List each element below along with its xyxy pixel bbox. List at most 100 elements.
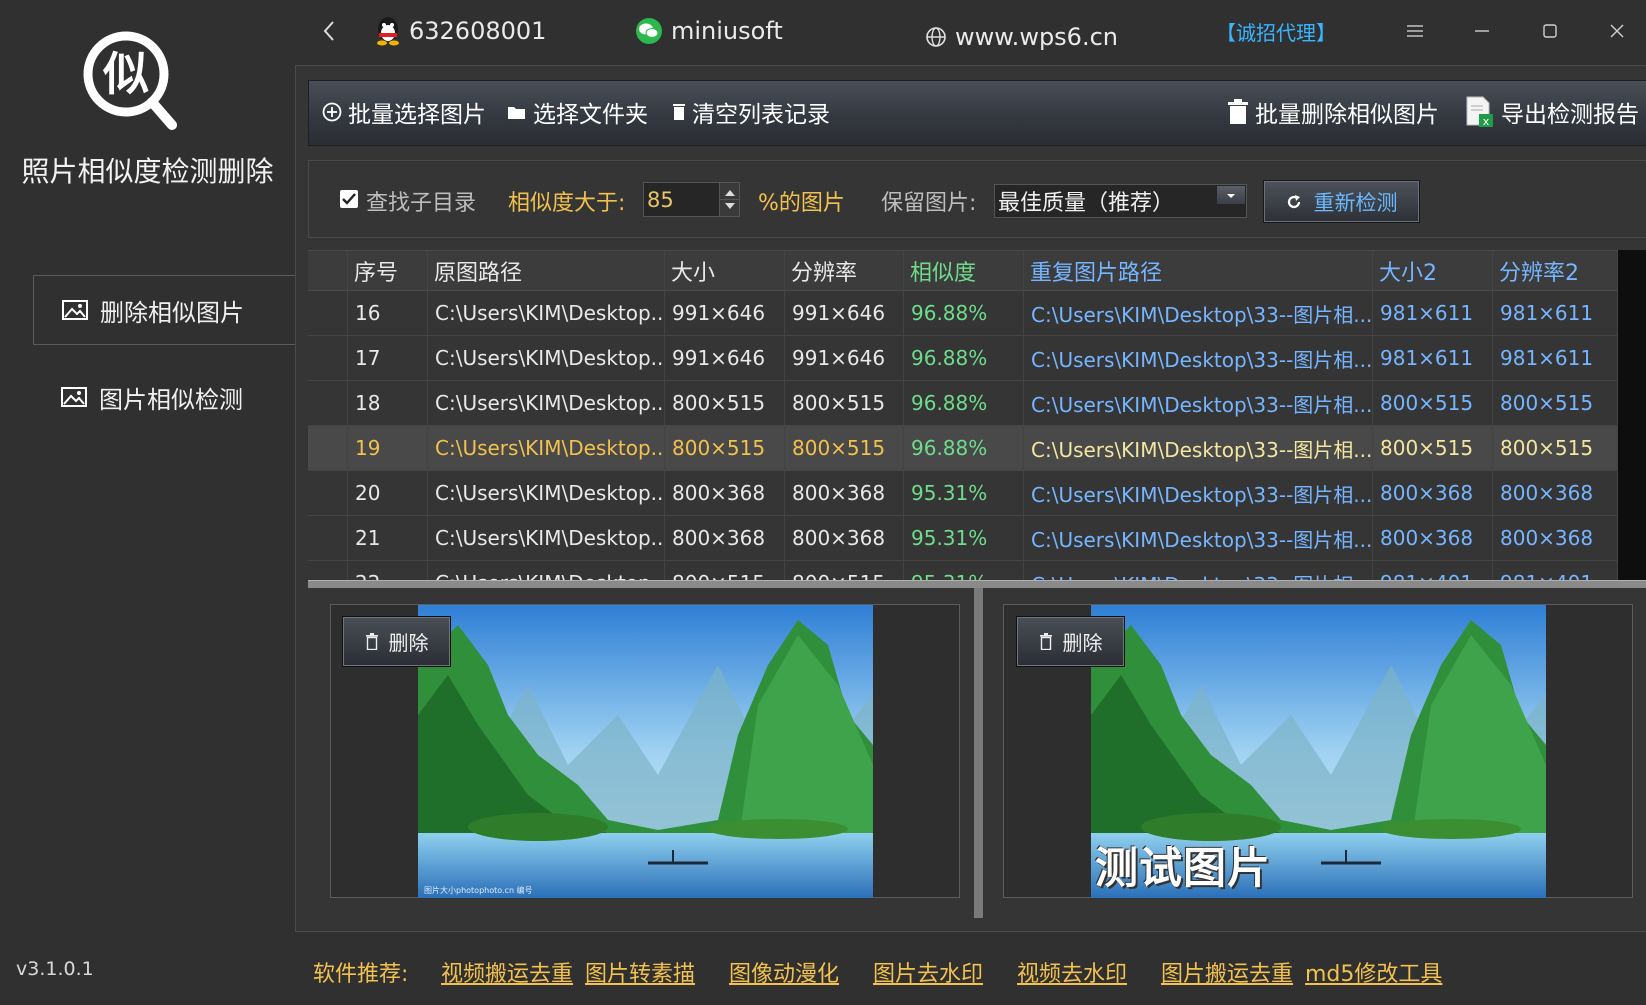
link-anime[interactable]: 图像动漫化 xyxy=(729,956,839,988)
table-cell: C:\Users\KIM\Desktop... xyxy=(428,336,665,380)
column-header[interactable]: 重复图片路径 xyxy=(1024,251,1373,290)
table-cell: 95.31% xyxy=(904,561,1024,580)
table-scrollbar[interactable] xyxy=(1618,250,1646,580)
table-cell: 96.88% xyxy=(904,426,1024,470)
table-cell: 96.88% xyxy=(904,381,1024,425)
column-header[interactable]: 大小2 xyxy=(1373,251,1493,290)
promo-link[interactable]: 【诚招代理】 xyxy=(1216,14,1336,48)
table-cell: 981×611 xyxy=(1373,336,1493,380)
table-row[interactable]: 22C:\Users\KIM\Desktop...800×515800×5159… xyxy=(308,561,1618,580)
duplicate-image: 测试图片 xyxy=(1091,605,1546,898)
sidebar-item-similar-detect[interactable]: 图片相似检测 xyxy=(33,362,296,432)
delete-label: 删除 xyxy=(1062,631,1103,655)
close-button[interactable] xyxy=(1597,14,1637,48)
spin-arrows[interactable] xyxy=(719,183,740,216)
table-cell: 981×611 xyxy=(1493,336,1618,380)
table-cell: 991×646 xyxy=(665,291,785,335)
svg-text:x: x xyxy=(1483,115,1490,128)
table-cell: 981×401 xyxy=(1493,561,1618,580)
column-header[interactable]: 分辨率2 xyxy=(1493,251,1618,290)
similarity-value: 85 xyxy=(647,187,674,212)
landscape-image: 图片大小photophoto.cn 编号 xyxy=(418,605,873,898)
horizontal-splitter[interactable] xyxy=(308,580,1646,588)
table-cell: C:\Users\KIM\Desktop\33--图片相... xyxy=(1024,336,1373,380)
minimize-button[interactable] xyxy=(1462,14,1502,48)
trash-icon xyxy=(1039,633,1052,650)
keep-label: 保留图片: xyxy=(881,191,977,216)
maximize-icon xyxy=(1543,24,1557,38)
wechat-contact[interactable]: miniusoft xyxy=(635,14,783,48)
clear-list-button[interactable]: 清空列表记录 xyxy=(672,95,830,129)
row-header[interactable] xyxy=(308,561,348,580)
table-row[interactable]: 18 C:\Users\KIM\Desktop... 800×515 800×515 9… xyxy=(308,381,1618,426)
select-folder-button[interactable]: 选择文件夹 xyxy=(507,95,648,129)
select-folder-label: 选择文件夹 xyxy=(533,102,648,128)
column-header[interactable]: 相似度 xyxy=(904,251,1024,290)
table-row[interactable]: 19 C:\Users\KIM\Desktop... 800×515 800×515 9… xyxy=(308,426,1618,471)
table-row[interactable]: 16 C:\Users\KIM\Desktop... 991×646 991×646 9… xyxy=(308,291,1618,336)
logo-glyph: 似 xyxy=(102,47,149,101)
close-icon xyxy=(1610,24,1624,38)
vertical-splitter[interactable] xyxy=(974,588,983,918)
delete-duplicate-button[interactable]: 删除 xyxy=(1016,616,1125,667)
link-video-dedup[interactable]: 视频搬运去重 xyxy=(441,956,573,988)
row-header[interactable] xyxy=(308,291,348,335)
wechat-icon xyxy=(636,18,662,44)
sidebar-item-delete-similar[interactable]: 删除相似图片 xyxy=(33,275,296,345)
menu-button[interactable] xyxy=(1395,14,1435,48)
image-caption: 测试图片 xyxy=(1095,844,1271,894)
recheck-button[interactable]: 重新检测 xyxy=(1263,180,1420,223)
row-header[interactable] xyxy=(308,381,348,425)
table-cell: C:\Users\KIM\Desktop... xyxy=(428,381,665,425)
table-cell: 21 xyxy=(348,516,428,560)
batch-select-button[interactable]: 批量选择图片 xyxy=(322,95,486,129)
table-cell: 800×368 xyxy=(665,471,785,515)
export-report-button[interactable]: x 导出检测报告 xyxy=(1465,95,1639,129)
link-image-dedup[interactable]: 图片搬运去重 xyxy=(1161,956,1293,988)
table-row[interactable]: 21 C:\Users\KIM\Desktop... 800×368 800×368 9… xyxy=(308,516,1618,561)
table-cell: 800×368 xyxy=(785,471,904,515)
maximize-button[interactable] xyxy=(1530,14,1570,48)
link-image-watermark[interactable]: 图片去水印 xyxy=(873,956,983,988)
link-image-sketch[interactable]: 图片转素描 xyxy=(585,956,695,988)
column-header[interactable]: 大小 xyxy=(665,251,785,290)
back-button[interactable] xyxy=(322,14,344,48)
subdir-checkbox[interactable] xyxy=(340,190,358,208)
table-cell: 95.31% xyxy=(904,471,1024,515)
sidebar-item-label: 删除相似图片 xyxy=(100,298,244,327)
chevron-down-icon xyxy=(1227,194,1235,198)
keep-select[interactable]: 最佳质量（推荐） xyxy=(994,184,1247,218)
table-cell: 981×611 xyxy=(1493,291,1618,335)
up-down-arrows-icon xyxy=(720,190,740,209)
website-url: www.wps6.cn xyxy=(955,23,1118,51)
table-cell: 800×368 xyxy=(1373,471,1493,515)
row-header[interactable] xyxy=(308,336,348,380)
table-cell: C:\Users\KIM\Desktop... xyxy=(428,471,665,515)
table-cell: C:\Users\KIM\Desktop... xyxy=(428,291,665,335)
row-header[interactable] xyxy=(308,426,348,470)
table-cell: C:\Users\KIM\Desktop... xyxy=(428,516,665,560)
table-cell: 95.31% xyxy=(904,516,1024,560)
link-video-watermark[interactable]: 视频去水印 xyxy=(1017,956,1127,988)
delete-original-button[interactable]: 删除 xyxy=(342,616,451,667)
similarity-spinbox[interactable]: 85 xyxy=(643,182,740,217)
column-header[interactable]: 原图路径 xyxy=(428,251,665,290)
column-header[interactable]: 序号 xyxy=(348,251,428,290)
trash-icon xyxy=(673,104,685,120)
link-md5-tool[interactable]: md5修改工具 xyxy=(1305,956,1442,988)
batch-delete-button[interactable]: 批量删除相似图片 xyxy=(1227,95,1439,129)
row-header[interactable] xyxy=(308,516,348,560)
table-cell: C:\Users\KIM\Desktop\33--图片相... xyxy=(1024,561,1373,580)
website-link[interactable]: www.wps6.cn xyxy=(925,20,1118,54)
image-icon xyxy=(62,300,88,320)
app-title: 照片相似度检测删除 xyxy=(21,155,274,188)
column-header[interactable]: 分辨率 xyxy=(785,251,904,290)
table-row[interactable]: 17 C:\Users\KIM\Desktop... 991×646 991×646 9… xyxy=(308,336,1618,381)
table-cell: C:\Users\KIM\Desktop\33--图片相... xyxy=(1024,426,1373,470)
table-cell: 96.88% xyxy=(904,336,1024,380)
dropdown-arrow[interactable] xyxy=(1217,186,1245,204)
checkmark-icon xyxy=(342,193,356,205)
table-row[interactable]: 20 C:\Users\KIM\Desktop... 800×368 800×368 9… xyxy=(308,471,1618,516)
row-header[interactable] xyxy=(308,471,348,515)
qq-contact[interactable]: 632608001 xyxy=(375,14,546,48)
